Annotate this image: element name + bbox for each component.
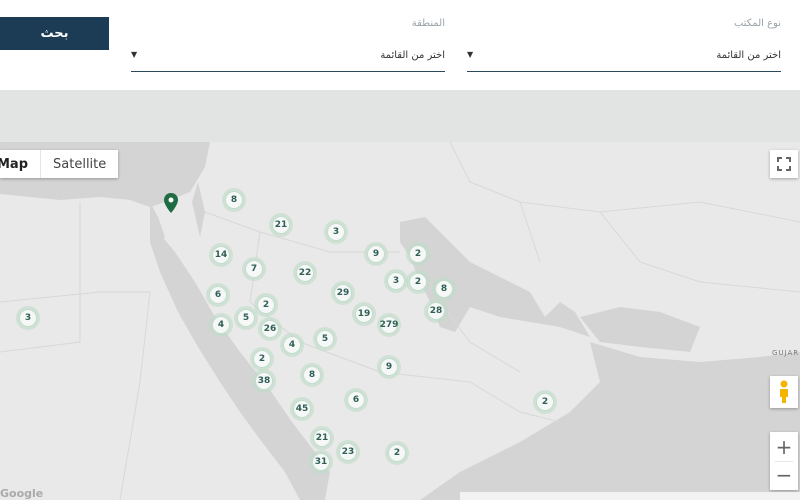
office-type-value: اختر من القائمة: [716, 50, 781, 61]
map-cluster-marker[interactable]: 21: [310, 426, 334, 450]
map-cluster-marker[interactable]: 3: [16, 306, 40, 330]
map-attribution: [460, 492, 800, 500]
map-type-satellite-button[interactable]: Satellite: [40, 150, 118, 178]
cluster-count: 3: [327, 223, 345, 241]
cluster-count: 38: [255, 372, 273, 390]
office-type-select[interactable]: نوع المكتب اختر من القائمة ▼: [467, 18, 781, 72]
cluster-count: 9: [367, 245, 385, 263]
map-header-band: [0, 90, 800, 142]
map-view[interactable]: Map Satellite + − GUJAR 8 21 3 9 2 14 7 22 3 2 8 6 2…: [0, 142, 800, 500]
cluster-count: 6: [347, 391, 365, 409]
map-cluster-marker[interactable]: 6: [206, 283, 230, 307]
map-marker-icon[interactable]: [164, 193, 178, 213]
region-select[interactable]: المنطقة اختر من القائمة ▼: [131, 18, 445, 72]
map-type-control: Map Satellite: [0, 150, 119, 178]
map-cluster-marker[interactable]: 2: [406, 270, 430, 294]
office-type-label: نوع المكتب: [733, 18, 781, 29]
map-cluster-marker[interactable]: 8: [222, 188, 246, 212]
cluster-count: 31: [312, 453, 330, 471]
map-cluster-marker[interactable]: 29: [331, 281, 355, 305]
map-cluster-marker[interactable]: 21: [269, 213, 293, 237]
map-cluster-marker[interactable]: 38: [252, 369, 276, 393]
cluster-count: 279: [380, 316, 398, 334]
map-cluster-marker[interactable]: 8: [300, 363, 324, 387]
cluster-count: 23: [339, 443, 357, 461]
cluster-count: 2: [409, 273, 427, 291]
cluster-count: 22: [296, 264, 314, 282]
cluster-count: 3: [19, 309, 37, 327]
map-cluster-marker[interactable]: 5: [313, 327, 337, 351]
chevron-down-icon: ▼: [131, 50, 138, 59]
map-cluster-marker[interactable]: 19: [352, 302, 376, 326]
cluster-count: 14: [212, 246, 230, 264]
map-cluster-marker[interactable]: 4: [209, 313, 233, 337]
map-cluster-marker[interactable]: 2: [406, 242, 430, 266]
cluster-count: 26: [261, 320, 279, 338]
filter-bar: بحث المنطقة اختر من القائمة ▼ نوع المكتب…: [0, 0, 800, 90]
map-cluster-marker[interactable]: 4: [280, 333, 304, 357]
cluster-count: 5: [316, 330, 334, 348]
cluster-count: 8: [225, 191, 243, 209]
map-cluster-marker[interactable]: 8: [432, 277, 456, 301]
map-place-label: GUJAR: [772, 349, 800, 357]
cluster-count: 2: [253, 350, 271, 368]
cluster-count: 2: [409, 245, 427, 263]
pegman-icon: [780, 380, 788, 403]
cluster-count: 9: [380, 358, 398, 376]
map-cluster-marker[interactable]: 6: [344, 388, 368, 412]
chevron-down-icon: ▼: [467, 50, 474, 59]
zoom-in-button[interactable]: +: [776, 433, 793, 461]
cluster-count: 28: [427, 302, 445, 320]
cluster-count: 2: [388, 444, 406, 462]
cluster-count: 19: [355, 305, 373, 323]
map-cluster-marker[interactable]: 5: [234, 306, 258, 330]
zoom-out-button[interactable]: −: [776, 462, 793, 490]
fullscreen-button[interactable]: [770, 150, 798, 178]
cluster-count: 4: [212, 316, 230, 334]
google-logo: Google: [0, 487, 44, 500]
cluster-count: 29: [334, 284, 352, 302]
cluster-count: 21: [272, 216, 290, 234]
cluster-count: 21: [313, 429, 331, 447]
map-cluster-marker[interactable]: 3: [384, 269, 408, 293]
cluster-count: 3: [387, 272, 405, 290]
map-cluster-marker[interactable]: 7: [242, 257, 266, 281]
search-button[interactable]: بحث: [0, 17, 109, 50]
map-cluster-marker[interactable]: 31: [309, 450, 333, 474]
cluster-count: 2: [536, 393, 554, 411]
cluster-count: 5: [237, 309, 255, 327]
cluster-count: 2: [257, 296, 275, 314]
cluster-count: 45: [293, 400, 311, 418]
cluster-count: 4: [283, 336, 301, 354]
map-cluster-marker[interactable]: 26: [258, 317, 282, 341]
cluster-count: 7: [245, 260, 263, 278]
map-cluster-marker[interactable]: 2: [385, 441, 409, 465]
map-cluster-marker[interactable]: 2: [254, 293, 278, 317]
map-cluster-marker[interactable]: 9: [364, 242, 388, 266]
map-cluster-marker[interactable]: 14: [209, 243, 233, 267]
map-cluster-marker[interactable]: 279: [377, 313, 401, 337]
region-value: اختر من القائمة: [380, 50, 445, 61]
map-cluster-marker[interactable]: 9: [377, 355, 401, 379]
fullscreen-icon: [777, 157, 791, 171]
map-type-map-button[interactable]: Map: [0, 150, 40, 178]
map-cluster-marker[interactable]: 23: [336, 440, 360, 464]
map-cluster-marker[interactable]: 3: [324, 220, 348, 244]
map-cluster-marker[interactable]: 2: [250, 347, 274, 371]
region-label: المنطقة: [411, 18, 445, 29]
map-cluster-marker[interactable]: 2: [533, 390, 557, 414]
map-cluster-marker[interactable]: 45: [290, 397, 314, 421]
cluster-count: 8: [435, 280, 453, 298]
cluster-count: 6: [209, 286, 227, 304]
map-cluster-marker[interactable]: 28: [424, 299, 448, 323]
cluster-count: 8: [303, 366, 321, 384]
street-view-pegman[interactable]: [770, 376, 798, 408]
map-cluster-marker[interactable]: 22: [293, 261, 317, 285]
zoom-control: + −: [770, 432, 798, 490]
